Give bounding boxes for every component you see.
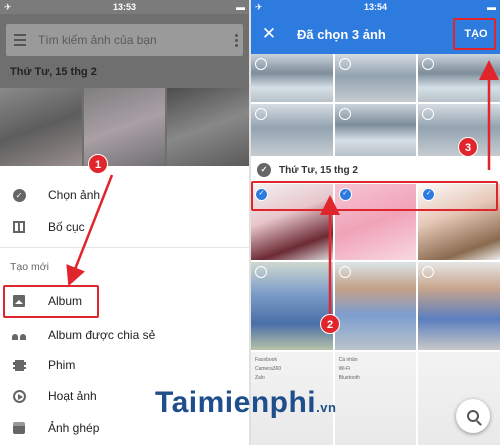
mini-text: Wi-Fi xyxy=(338,366,351,372)
search-bar[interactable]: Tìm kiếm ảnh của bạn xyxy=(6,24,243,56)
album-highlight-box xyxy=(3,285,99,318)
step-badge-3: 3 xyxy=(458,137,478,157)
step-badge-2: 2 xyxy=(320,314,340,334)
photo-thumbnail[interactable] xyxy=(251,54,333,102)
close-icon[interactable]: ✕ xyxy=(251,24,287,44)
check-circle-icon: ✓ xyxy=(12,188,26,202)
date-header: Thứ Tư, 15 thg 2 xyxy=(10,66,97,78)
photo-row xyxy=(251,54,500,102)
menu-item-select-photos[interactable]: ✓ Chọn ảnh xyxy=(0,180,249,210)
mini-text: Cá nhân xyxy=(338,357,358,363)
section-title-create: Tạo mới xyxy=(10,261,49,273)
dimmed-background: Tìm kiếm ảnh của bạn Thứ Tư, 15 thg 2 xyxy=(0,14,249,166)
menu-item-label: Album được chia sẻ xyxy=(48,328,156,342)
select-circle-icon[interactable] xyxy=(255,58,267,70)
shared-album-icon xyxy=(12,328,26,342)
menu-item-label: Hoạt ảnh xyxy=(48,389,97,403)
mini-text: Bluetooth xyxy=(338,375,360,381)
watermark-brand: Taimienphi xyxy=(155,386,317,419)
photo-thumbnail[interactable] xyxy=(418,262,500,350)
menu-item-label: Phim xyxy=(48,358,76,372)
menu-item-label: Bố cục xyxy=(48,220,85,234)
photo-row xyxy=(0,88,249,166)
settings-screenshot: Facebook Camera360 Zalo xyxy=(255,356,329,383)
photo-thumbnail[interactable] xyxy=(0,88,82,166)
step-badge-1: 1 xyxy=(88,154,108,174)
photo-thumbnail[interactable] xyxy=(334,262,417,350)
divider xyxy=(0,247,249,248)
photo-thumbnail[interactable] xyxy=(251,104,333,156)
create-highlight-box xyxy=(453,18,496,50)
select-circle-icon[interactable] xyxy=(422,58,435,70)
photo-thumbnail[interactable] xyxy=(418,54,500,102)
select-circle-icon[interactable] xyxy=(255,266,267,278)
watermark-tld: .vn xyxy=(316,400,337,415)
photo-thumbnail[interactable] xyxy=(334,104,417,156)
animation-icon xyxy=(12,389,26,403)
photo-thumbnail[interactable] xyxy=(167,88,249,166)
menu-item-label: Ảnh ghép xyxy=(48,421,100,435)
date-header: ✓ Thứ Tư, 15 thg 2 xyxy=(251,158,500,182)
menu-item-movie[interactable]: Phim xyxy=(0,350,249,380)
menu-item-label: Chọn ảnh xyxy=(48,188,101,202)
select-circle-icon[interactable] xyxy=(338,266,351,278)
mini-text: Zalo xyxy=(255,375,265,381)
status-bar: ✈ 13:54 ▬ xyxy=(251,0,500,14)
select-circle-icon[interactable] xyxy=(338,58,351,70)
status-time: 13:53 xyxy=(112,2,137,12)
movie-icon xyxy=(12,358,26,372)
search-input[interactable]: Tìm kiếm ảnh của bạn xyxy=(34,33,229,47)
photo-thumbnail[interactable] xyxy=(334,54,417,102)
settings-screenshot: Cá nhân Wi-Fi Bluetooth xyxy=(339,356,413,383)
photo-thumbnail[interactable]: Cá nhân Wi-Fi Bluetooth xyxy=(334,352,417,445)
status-bar: ✈ 13:53 ▬ xyxy=(0,0,249,14)
collage-icon xyxy=(12,421,26,435)
layout-icon xyxy=(12,220,26,234)
menu-item-shared-album[interactable]: Album được chia sẻ xyxy=(0,320,249,350)
magnifier-icon xyxy=(467,410,479,422)
menu-item-layout[interactable]: Bố cục xyxy=(0,212,249,242)
watermark-logo: Taimienphi.vn xyxy=(155,386,336,420)
left-screen: ✈ 13:53 ▬ Tìm kiếm ảnh của bạn Thứ Tư, 1… xyxy=(0,0,249,445)
status-time: 13:54 xyxy=(363,2,388,12)
mini-text: Facebook xyxy=(255,357,277,363)
hamburger-menu-icon[interactable] xyxy=(6,24,34,56)
select-circle-icon[interactable] xyxy=(338,108,351,120)
check-circle-icon[interactable]: ✓ xyxy=(257,163,271,177)
select-circle-icon[interactable] xyxy=(422,108,435,120)
select-circle-icon[interactable] xyxy=(255,108,267,120)
zoom-button[interactable] xyxy=(456,399,490,433)
selected-row-highlight-box xyxy=(251,181,498,211)
more-options-icon[interactable] xyxy=(229,33,243,47)
select-circle-icon[interactable] xyxy=(422,266,435,278)
photo-row xyxy=(251,262,500,350)
mini-text: Camera360 xyxy=(255,366,282,372)
photo-thumbnail[interactable] xyxy=(418,352,500,445)
right-screen: ✈ 13:54 ▬ ✕ Đã chọn 3 ảnh TẠO ✓ Thứ Tư, … xyxy=(251,0,500,445)
date-label: Thứ Tư, 15 thg 2 xyxy=(279,164,358,176)
selection-title: Đã chọn 3 ảnh xyxy=(297,26,386,42)
photo-thumbnail[interactable] xyxy=(251,262,333,350)
